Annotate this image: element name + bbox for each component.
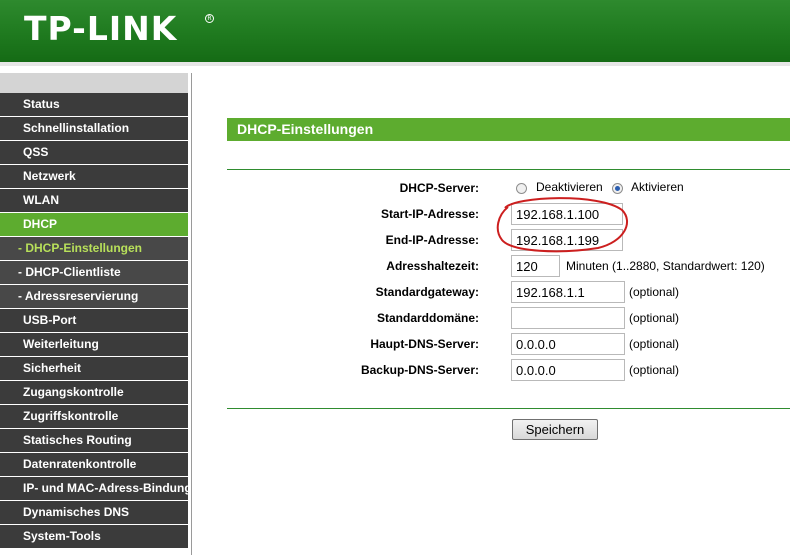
start-ip-label: Start-IP-Adresse: xyxy=(380,207,479,221)
sidebar-item-forwarding[interactable]: Weiterleitung xyxy=(0,333,188,356)
start-ip-input[interactable] xyxy=(511,203,623,225)
sidebar-item-bandwidth-control[interactable]: Datenratenkontrolle xyxy=(0,453,188,476)
sidebar-item-parental-control[interactable]: Zugangskontrolle xyxy=(0,381,188,404)
sidebar-item-dynamic-dns[interactable]: Dynamisches DNS xyxy=(0,501,188,524)
sidebar-menu: Status Schnellinstallation QSS Netzwerk … xyxy=(0,93,188,549)
sidebar-item-status[interactable]: Status xyxy=(0,93,188,116)
gateway-label: Standardgateway: xyxy=(375,285,479,299)
sidebar-item-static-routing[interactable]: Statisches Routing xyxy=(0,429,188,452)
primary-dns-label: Haupt-DNS-Server: xyxy=(370,337,479,351)
page-title: DHCP-Einstellungen xyxy=(227,118,790,141)
top-separator xyxy=(227,169,790,170)
sidebar-item-quick-setup[interactable]: Schnellinstallation xyxy=(0,117,188,140)
sidebar-item-dhcp[interactable]: DHCP xyxy=(0,213,188,236)
sidebar-item-dhcp-client-list[interactable]: - DHCP-Clientliste xyxy=(0,261,188,284)
tp-link-logo: TP-LINK xyxy=(24,9,178,48)
sidebar-item-ip-mac-binding[interactable]: IP- und MAC-Adress-Bindung xyxy=(0,477,188,500)
save-button[interactable]: Speichern xyxy=(512,419,598,440)
sidebar-item-network[interactable]: Netzwerk xyxy=(0,165,188,188)
sidebar-item-address-reservation[interactable]: - Adressreservierung xyxy=(0,285,188,308)
sidebar-top-strip xyxy=(0,73,188,93)
dhcp-enable-radio[interactable] xyxy=(612,183,623,194)
end-ip-input[interactable] xyxy=(511,229,623,251)
primary-dns-input[interactable] xyxy=(511,333,625,355)
header-spacer xyxy=(0,66,790,73)
domain-input[interactable] xyxy=(511,307,625,329)
sidebar-item-system-tools[interactable]: System-Tools xyxy=(0,525,188,548)
lease-time-label: Adresshaltezeit: xyxy=(386,259,479,273)
dhcp-enable-label[interactable]: Aktivieren xyxy=(631,180,684,194)
primary-dns-note: (optional) xyxy=(629,337,680,351)
sidebar-item-qss[interactable]: QSS xyxy=(0,141,188,164)
secondary-dns-note: (optional) xyxy=(629,363,680,377)
gateway-input[interactable] xyxy=(511,281,625,303)
dhcp-disable-radio[interactable] xyxy=(516,183,527,194)
registered-mark: R xyxy=(205,14,214,23)
sidebar: Status Schnellinstallation QSS Netzwerk … xyxy=(0,73,188,555)
sidebar-item-security[interactable]: Sicherheit xyxy=(0,357,188,380)
secondary-dns-input[interactable] xyxy=(511,359,625,381)
sidebar-item-access-control[interactable]: Zugriffskontrolle xyxy=(0,405,188,428)
dhcp-server-label: DHCP-Server: xyxy=(399,181,479,195)
sidebar-item-dhcp-settings[interactable]: - DHCP-Einstellungen xyxy=(0,237,188,260)
sidebar-item-usb-port[interactable]: USB-Port xyxy=(0,309,188,332)
sidebar-divider xyxy=(191,73,192,555)
header-bar: TP-LINK R xyxy=(0,0,790,62)
gateway-note: (optional) xyxy=(629,285,680,299)
bottom-separator xyxy=(227,408,790,409)
sidebar-item-wlan[interactable]: WLAN xyxy=(0,189,188,212)
dhcp-disable-label[interactable]: Deaktivieren xyxy=(536,180,603,194)
end-ip-label: End-IP-Adresse: xyxy=(385,233,479,247)
domain-label: Standarddomäne: xyxy=(376,311,479,325)
secondary-dns-label: Backup-DNS-Server: xyxy=(360,363,479,377)
domain-note: (optional) xyxy=(629,311,680,325)
lease-time-input[interactable] xyxy=(511,255,560,277)
lease-time-note: Minuten (1..2880, Standardwert: 120) xyxy=(566,259,765,273)
